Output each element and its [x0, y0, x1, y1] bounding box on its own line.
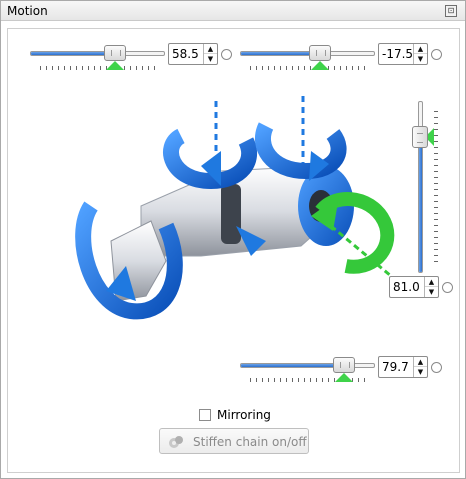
stiffness-icon [169, 436, 183, 448]
slider-track [240, 51, 375, 56]
mirroring-label: Mirroring [217, 408, 271, 422]
slider-bottom[interactable] [240, 355, 375, 385]
slider-green-marker [106, 61, 124, 70]
slider-green-marker [311, 61, 329, 70]
checkbox-box[interactable] [199, 409, 211, 421]
stiffen-chain-label: Stiffen chain on/off [193, 435, 307, 449]
slider-ticks [40, 66, 155, 70]
spin-value[interactable]: 58.5 [172, 47, 204, 61]
robot-arm-illustration [75, 96, 395, 320]
slider-handle[interactable] [104, 45, 126, 61]
slider-track [30, 51, 165, 56]
panel-title: Motion [7, 4, 48, 18]
slider-top-left[interactable] [30, 43, 165, 73]
spin-down-button[interactable]: ▼ [425, 287, 438, 297]
slider-right-vertical[interactable] [412, 101, 442, 273]
spin-value[interactable]: -17.5 [382, 47, 414, 61]
slider-fill [241, 364, 344, 367]
slider-fill [419, 136, 422, 272]
spin-bottom[interactable]: 79.7 ▲ ▼ [378, 356, 428, 378]
slider-handle[interactable] [412, 126, 428, 148]
slider-ticks [434, 111, 438, 263]
spin-up-button[interactable]: ▲ [425, 277, 438, 287]
spin-value[interactable]: 79.7 [382, 360, 414, 374]
slider-green-marker [335, 373, 353, 382]
stiffen-chain-button[interactable]: Stiffen chain on/off [159, 428, 309, 454]
reset-icon[interactable] [442, 281, 455, 293]
spin-down-button[interactable]: ▼ [414, 54, 427, 64]
spin-up-button[interactable]: ▲ [414, 44, 427, 54]
slider-handle[interactable] [333, 357, 355, 373]
reset-icon[interactable] [221, 48, 234, 60]
panel-titlebar: Motion ⊡ [1, 1, 465, 21]
spin-down-button[interactable]: ▼ [414, 367, 427, 377]
spin-top-left[interactable]: 58.5 ▲ ▼ [168, 43, 218, 65]
slider-ticks [250, 66, 365, 70]
spin-up-button[interactable]: ▲ [204, 44, 217, 54]
spin-down-button[interactable]: ▼ [204, 54, 217, 64]
reset-icon[interactable] [431, 48, 444, 60]
spin-up-button[interactable]: ▲ [414, 357, 427, 367]
reset-icon[interactable] [431, 361, 444, 373]
slider-fill [241, 52, 319, 55]
slider-fill [31, 52, 107, 55]
motion-panel: Motion ⊡ 58.5 ▲ ▼ -17.5 ▲ ▼ 81.0 ▲ ▼ 79.… [0, 0, 466, 479]
spin-top-right[interactable]: -17.5 ▲ ▼ [378, 43, 428, 65]
undock-button[interactable]: ⊡ [445, 5, 457, 17]
slider-handle[interactable] [309, 45, 331, 61]
slider-top-right[interactable] [240, 43, 375, 73]
elbow-joint [221, 184, 241, 244]
